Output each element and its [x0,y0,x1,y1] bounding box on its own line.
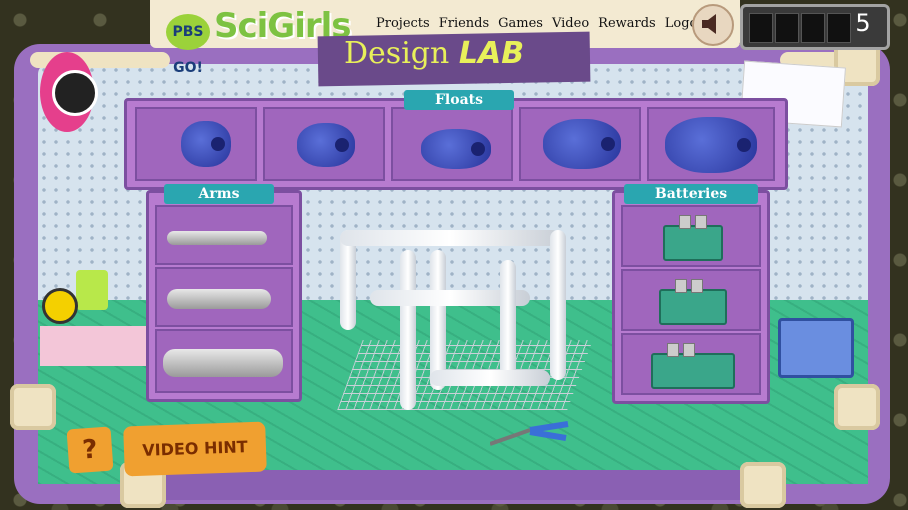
nav-video[interactable]: Video [552,16,589,31]
nav-projects[interactable]: Projects [376,16,430,31]
float-item[interactable] [421,129,491,169]
pvc-pipe [550,230,566,380]
batteries-shelf [612,190,770,404]
main-nav: Projects Friends Games Video Rewards Log… [376,16,711,31]
pvc-pipe [500,260,516,380]
nav-games[interactable]: Games [498,16,543,31]
pvc-pipe [430,370,550,386]
tape-measure-icon [42,288,78,324]
battery-item[interactable] [659,279,727,325]
arms-shelf [146,190,302,402]
frame-bottom-bar [150,470,750,500]
battery-slot-3[interactable] [621,333,761,395]
pipe-corner-br [834,384,880,430]
control-box-icon [778,318,854,378]
pencil-cup [76,270,108,310]
arm-slot-2[interactable] [155,267,293,327]
floats-shelf [124,98,788,190]
batteries-label: Batteries [624,184,758,204]
counter-value: 5 [855,9,871,37]
battery-item[interactable] [663,215,723,261]
float-slot-2[interactable] [263,107,385,181]
help-button[interactable]: ? [66,426,114,474]
pipe-corner-bl [10,384,56,430]
arm-slot-3[interactable] [155,329,293,393]
float-slot-4[interactable] [519,107,641,181]
title-lab: LAB [458,36,525,71]
arm-item[interactable] [163,349,283,377]
counter-cell [749,13,773,43]
battery-slot-2[interactable] [621,269,761,331]
pbs-go-logo[interactable]: PBS GO! [166,14,210,76]
nav-rewards[interactable]: Rewards [598,16,656,31]
sound-button[interactable] [692,4,734,46]
video-hint-button[interactable]: VIDEO HINT [123,421,267,477]
float-slot-1[interactable] [135,107,257,181]
arm-item[interactable] [167,289,271,309]
counter-cell [801,13,825,43]
pink-notepad [40,326,150,366]
page-title: Design LAB [344,36,524,71]
float-slot-3[interactable] [391,107,513,181]
title-design: Design [344,36,450,71]
rov-frame[interactable] [330,220,593,420]
float-item[interactable] [665,117,757,173]
pvc-pipe [340,230,560,246]
pliers-icon [489,420,570,446]
pvc-pipe [430,250,446,390]
floats-label: Floats [404,90,514,110]
float-item[interactable] [181,121,231,167]
rotary-phone-icon [52,70,98,116]
battery-slot-1[interactable] [621,205,761,267]
pvc-pipe [400,250,416,410]
arm-slot-1[interactable] [155,205,293,265]
arm-item[interactable] [167,231,267,245]
counter-cell [775,13,799,43]
float-slot-5[interactable] [647,107,775,181]
float-item[interactable] [297,123,355,167]
battery-item[interactable] [651,343,735,389]
float-item[interactable] [543,119,621,169]
arms-label: Arms [164,184,274,204]
pipe-corner-b2 [740,462,786,508]
speaker-icon [702,14,716,34]
nav-friends[interactable]: Friends [439,16,489,31]
